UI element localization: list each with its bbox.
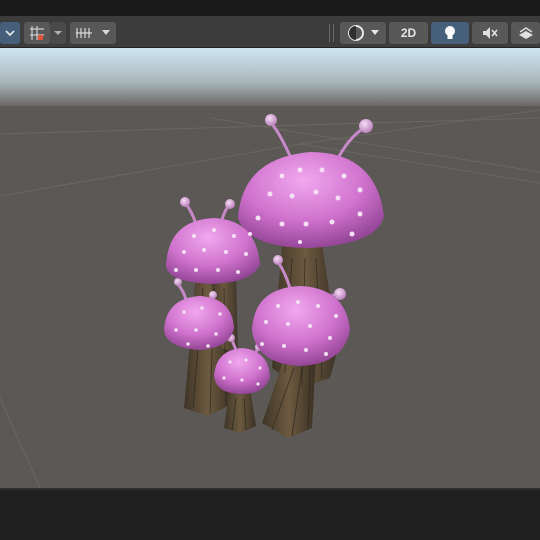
gizmo-button[interactable]: [70, 22, 116, 44]
audio-mute-icon: [483, 27, 498, 39]
scene-effects-button[interactable]: [511, 22, 540, 44]
chevron-down-icon: [102, 30, 110, 35]
lighting-toggle-button[interactable]: [431, 22, 469, 44]
lightbulb-icon: [445, 26, 455, 39]
scene-view[interactable]: [0, 48, 540, 488]
toolbar-separator: [329, 24, 330, 42]
grid-snap-button[interactable]: [24, 22, 50, 44]
view-mode-dropdown[interactable]: [0, 22, 20, 44]
bottom-panel: [0, 488, 540, 540]
toolbar-separator: [333, 24, 334, 42]
toggle-2d-button[interactable]: 2D: [389, 22, 428, 44]
grid-snap-icon: [30, 26, 44, 40]
grid-snap-dropdown[interactable]: [50, 22, 66, 44]
shading-mode-button[interactable]: [340, 22, 386, 44]
scene-effects-icon: [518, 27, 533, 39]
chevron-down-icon: [5, 30, 15, 36]
shading-sphere-icon: [347, 25, 364, 41]
toggle-2d-label: 2D: [400, 26, 417, 40]
chevron-down-icon: [370, 30, 379, 35]
sky: [0, 48, 540, 110]
audio-toggle-button[interactable]: [472, 22, 508, 44]
gizmo-grid-icon: [76, 28, 92, 38]
scene-canvas: [0, 48, 540, 488]
medium-right-mushroom-cap: [252, 286, 350, 366]
scene-toolbar: 2D: [0, 16, 540, 48]
title-strip: [0, 0, 540, 16]
chevron-down-icon: [54, 31, 62, 35]
